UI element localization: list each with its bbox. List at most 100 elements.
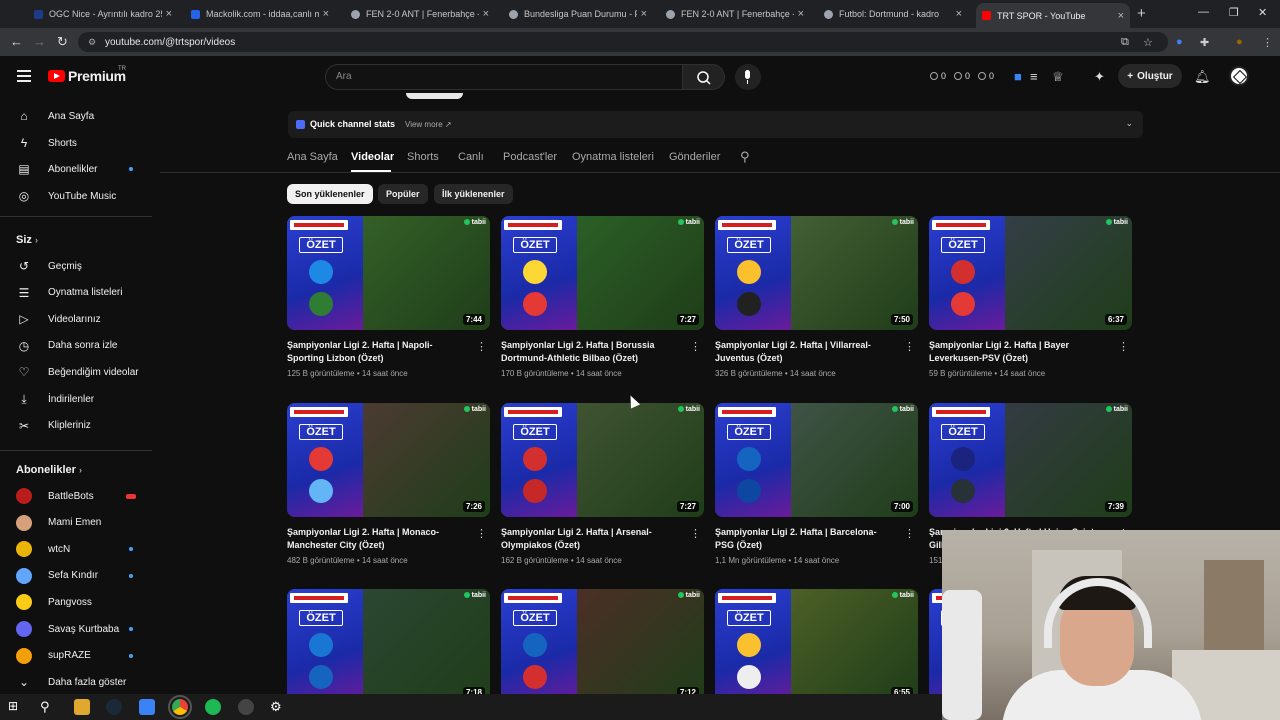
- sidebar-show-more[interactable]: ⌄ Daha fazla göster: [16, 672, 144, 692]
- windows-start-icon[interactable]: ⊞: [8, 699, 24, 715]
- subscription-channel[interactable]: Pangvoss: [16, 592, 144, 612]
- close-icon[interactable]: ×: [483, 8, 489, 20]
- taskbar-search-icon[interactable]: ⚲: [40, 699, 56, 715]
- channel-tab[interactable]: Videolar: [351, 151, 394, 163]
- site-info-icon[interactable]: ⚙: [88, 37, 96, 48]
- video-thumbnail[interactable]: ÖZET tabii 7:26: [287, 403, 490, 517]
- view-more-link[interactable]: View more ↗: [405, 120, 452, 129]
- video-title[interactable]: Şampiyonlar Ligi 2. Hafta | Villarreal-J…: [715, 339, 895, 365]
- video-thumbnail[interactable]: ÖZET tabii 7:18: [287, 589, 490, 703]
- sidebar-item[interactable]: ▷ Videolarınız: [16, 309, 144, 329]
- sidebar-heading-subscriptions[interactable]: Abonelikler ›: [16, 464, 82, 476]
- sidebar-item[interactable]: ⌂ Ana Sayfa: [16, 106, 144, 126]
- channel-tab[interactable]: Podcast'ler: [503, 151, 557, 163]
- channel-tab[interactable]: Canlı: [458, 151, 484, 163]
- minimize-icon[interactable]: —: [1198, 6, 1209, 18]
- video-thumbnail[interactable]: ÖZET tabii 7:39: [929, 403, 1132, 517]
- forward-icon[interactable]: →: [33, 34, 46, 49]
- channel-tab[interactable]: Shorts: [407, 151, 439, 163]
- video-title[interactable]: Şampiyonlar Ligi 2. Hafta | Bayer Leverk…: [929, 339, 1109, 365]
- back-icon[interactable]: ←: [10, 34, 23, 49]
- browser-tab[interactable]: Futbol: Dortmund - kadro ×: [818, 4, 968, 24]
- close-icon[interactable]: ×: [641, 8, 647, 20]
- video-card[interactable]: ÖZET tabii 7:26 Şampiyonlar Ligi 2. Haft…: [287, 403, 491, 565]
- sidebar-item[interactable]: ◷ Daha sonra izle: [16, 336, 144, 356]
- close-icon[interactable]: ×: [956, 8, 962, 20]
- hamburger-menu-icon[interactable]: [17, 70, 31, 85]
- account-avatar[interactable]: [1229, 66, 1249, 86]
- video-card[interactable]: ÖZET tabii 7:50 Şampiyonlar Ligi 2. Haft…: [715, 216, 919, 378]
- file-explorer-icon[interactable]: [74, 699, 90, 715]
- subscription-channel[interactable]: Mami Emen: [16, 513, 144, 533]
- close-icon[interactable]: ×: [798, 8, 804, 20]
- video-thumbnail[interactable]: ÖZET tabii 7:44: [287, 216, 490, 330]
- cast-icon[interactable]: ⧉: [1121, 36, 1129, 49]
- voice-search-button[interactable]: [735, 64, 761, 90]
- subscription-channel[interactable]: Savaş Kurtbaba: [16, 619, 144, 639]
- extensions-puzzle-icon[interactable]: ✚: [1200, 36, 1209, 49]
- steam-icon[interactable]: [106, 699, 122, 715]
- close-icon[interactable]: ×: [166, 8, 172, 20]
- menu-dots-icon[interactable]: ⋮: [1262, 36, 1273, 49]
- close-icon[interactable]: ×: [323, 8, 329, 20]
- video-thumbnail[interactable]: ÖZET tabii 7:27: [501, 216, 704, 330]
- subscription-channel[interactable]: wtcN: [16, 539, 144, 559]
- video-thumbnail[interactable]: ÖZET tabii 7:00: [715, 403, 918, 517]
- video-thumbnail[interactable]: ÖZET tabii 7:50: [715, 216, 918, 330]
- video-thumbnail[interactable]: ÖZET tabii 7:12: [501, 589, 704, 703]
- video-card[interactable]: ÖZET tabii 6:37 Şampiyonlar Ligi 2. Haft…: [929, 216, 1133, 378]
- video-title[interactable]: Şampiyonlar Ligi 2. Hafta | Napoli-Sport…: [287, 339, 467, 365]
- sidebar-item[interactable]: ◎ YouTube Music: [16, 186, 144, 206]
- video-title[interactable]: Şampiyonlar Ligi 2. Hafta | Monaco-Manch…: [287, 526, 467, 552]
- create-button[interactable]: + Oluştur: [1118, 64, 1182, 88]
- close-icon[interactable]: ×: [1118, 10, 1124, 22]
- subscription-channel[interactable]: Sefa Kındır: [16, 566, 144, 586]
- video-title[interactable]: Şampiyonlar Ligi 2. Hafta | Barcelona-PS…: [715, 526, 895, 552]
- sidebar-item[interactable]: ☰ Oynatma listeleri: [16, 283, 144, 303]
- url-field[interactable]: [78, 32, 1168, 52]
- browser-tab[interactable]: FEN 2-0 ANT | Fenerbahçe - An ×: [660, 4, 810, 24]
- more-options-icon[interactable]: ⋮: [476, 527, 487, 540]
- video-title[interactable]: Şampiyonlar Ligi 2. Hafta | Arsenal-Olym…: [501, 526, 681, 552]
- more-options-icon[interactable]: ⋮: [690, 340, 701, 353]
- sidebar-item[interactable]: ♡ Beğendiğim videolar: [16, 362, 144, 382]
- sort-lines-icon[interactable]: ≡: [1030, 69, 1038, 84]
- sidebar-item[interactable]: ↺ Geçmiş: [16, 256, 144, 276]
- channel-tab[interactable]: Ana Sayfa: [287, 151, 338, 163]
- chevron-down-icon[interactable]: ⌄: [1125, 118, 1133, 129]
- video-thumbnail[interactable]: ÖZET tabii 6:37: [929, 216, 1132, 330]
- sidebar-item[interactable]: ✂ Klipleriniz: [16, 416, 144, 436]
- more-options-icon[interactable]: ⋮: [1118, 340, 1129, 353]
- more-options-icon[interactable]: ⋮: [690, 527, 701, 540]
- search-button[interactable]: [683, 64, 725, 90]
- video-card[interactable]: ÖZET tabii 7:27 Şampiyonlar Ligi 2. Haft…: [501, 403, 705, 565]
- filter-chip[interactable]: Son yüklenenler: [287, 184, 373, 204]
- browser-tab[interactable]: FEN 2-0 ANT | Fenerbahçe - An ×: [345, 4, 495, 24]
- store-icon[interactable]: [139, 699, 155, 715]
- profile-icon[interactable]: ●: [1236, 36, 1243, 48]
- bookmark-star-icon[interactable]: ☆: [1143, 36, 1153, 49]
- filter-chip[interactable]: İlk yüklenenler: [434, 184, 513, 204]
- extension-icon[interactable]: ●: [1176, 36, 1183, 48]
- sidebar-item[interactable]: ⤓ İndirilenler: [16, 389, 144, 409]
- youtube-premium-logo[interactable]: Premium TR: [48, 66, 126, 84]
- video-thumbnail[interactable]: ÖZET tabii 7:27: [501, 403, 704, 517]
- reload-icon[interactable]: ↻: [57, 34, 68, 50]
- url-text[interactable]: youtube.com/@trtspor/videos: [105, 37, 235, 48]
- sidebar-item[interactable]: ϟ Shorts: [16, 133, 144, 153]
- channel-search-icon[interactable]: ⚲: [740, 149, 750, 165]
- more-options-icon[interactable]: ⋮: [904, 527, 915, 540]
- close-window-icon[interactable]: ✕: [1258, 6, 1267, 19]
- search-input[interactable]: Ara: [325, 64, 683, 90]
- notifications-bell-icon[interactable]: 🔔︎: [1194, 69, 1211, 85]
- video-card[interactable]: ÖZET tabii 7:44 Şampiyonlar Ligi 2. Haft…: [287, 216, 491, 378]
- more-options-icon[interactable]: ⋮: [904, 340, 915, 353]
- chrome-icon[interactable]: [168, 695, 192, 719]
- new-tab-icon[interactable]: +: [1137, 5, 1146, 22]
- extension-counters[interactable]: 0 0 0: [930, 66, 994, 86]
- subscription-channel[interactable]: supRAZE: [16, 646, 144, 666]
- ai-sparkle-icon[interactable]: ✦: [1094, 69, 1105, 85]
- channel-tab[interactable]: Oynatma listeleri: [572, 151, 654, 163]
- sidebar-heading-you[interactable]: Siz ›: [16, 234, 38, 246]
- browser-tab-active[interactable]: TRT SPOR - YouTube ×: [976, 3, 1130, 28]
